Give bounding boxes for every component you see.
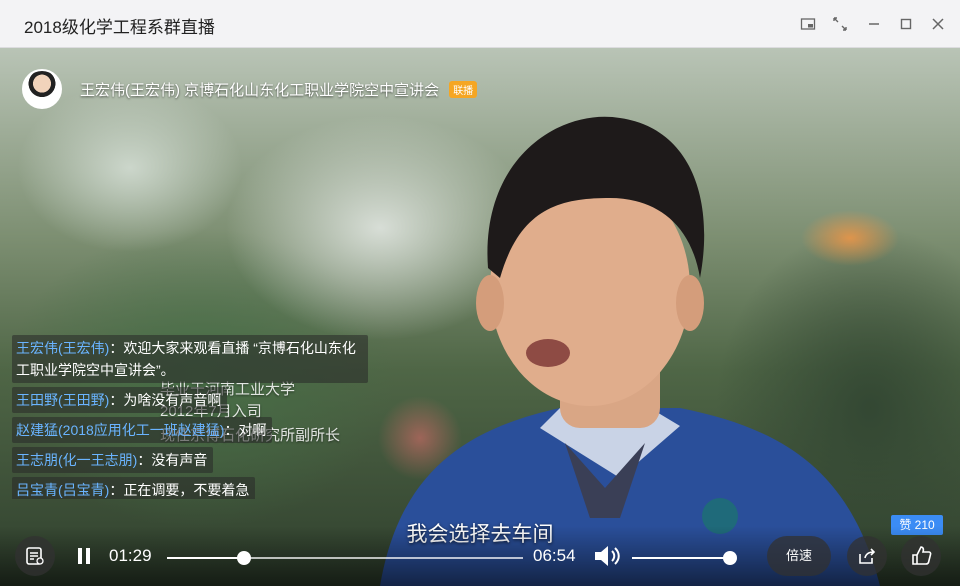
close-icon[interactable]: [926, 12, 950, 36]
pause-button[interactable]: [64, 536, 104, 576]
comment-item: 王宏伟(王宏伟)：欢迎大家来观看直播 “京博石化山东化工职业学院空中宣讲会”。: [12, 335, 368, 383]
volume-handle[interactable]: [723, 551, 737, 565]
host-avatar[interactable]: [22, 69, 62, 109]
comment-text: ：对啊: [224, 422, 267, 438]
seek-progress: [167, 557, 244, 559]
comment-item: 王田野(王田野)：为啥没有声音啊: [12, 387, 228, 413]
seek-bar[interactable]: [167, 551, 523, 565]
share-icon: [859, 548, 876, 564]
comment-text: ：没有声音: [137, 452, 208, 468]
host-name: 王宏伟(王宏伟): [80, 81, 180, 99]
thumbs-up-icon: [912, 546, 932, 565]
minimize-icon[interactable]: [862, 12, 886, 36]
speaker-figure: [380, 116, 880, 586]
video-area[interactable]: 王宏伟(王宏伟) 京博石化山东化工职业学院空中宣讲会 联播 毕业于河南工业大学 …: [0, 48, 960, 586]
playlist-button[interactable]: [15, 536, 55, 576]
comment-text: ：为啥没有声音啊: [109, 392, 222, 408]
player-controls: 01:29 06:54 倍速: [0, 526, 960, 586]
share-button[interactable]: [847, 536, 887, 576]
like-button[interactable]: [901, 536, 941, 576]
comment-list[interactable]: 王宏伟(王宏伟)：欢迎大家来观看直播 “京博石化山东化工职业学院空中宣讲会”。 …: [12, 335, 372, 499]
comment-user[interactable]: 王田野(王田野): [16, 392, 109, 408]
title-bar: 2018级化学工程系群直播: [0, 0, 960, 48]
host-tag: 联播: [449, 80, 478, 98]
comment-item: 吕宝青(吕宝青)：正在调要，不要着急: [12, 477, 256, 499]
duration: 06:54: [533, 546, 576, 565]
playback-speed-button[interactable]: 倍速: [767, 536, 831, 576]
window-title: 2018级化学工程系群直播: [24, 18, 215, 37]
comment-user[interactable]: 吕宝青(吕宝青): [16, 482, 109, 498]
comment-text: ：正在调要，不要着急: [109, 482, 250, 498]
volume-button[interactable]: [587, 536, 627, 576]
picture-in-picture-icon[interactable]: [796, 12, 820, 36]
seek-handle[interactable]: [236, 551, 251, 565]
volume-slider[interactable]: [632, 551, 737, 565]
current-time: 01:29: [109, 546, 152, 565]
fullscreen-icon[interactable]: [828, 12, 852, 36]
host-info: 王宏伟(王宏伟) 京博石化山东化工职业学院空中宣讲会 联播: [22, 69, 478, 109]
comment-user[interactable]: 王志朋(化一王志朋): [16, 452, 137, 468]
comment-item: 王志朋(化一王志朋)：没有声音: [12, 447, 214, 473]
playlist-icon: [26, 547, 44, 565]
comment-item: 赵建猛(2018应用化工一班赵建猛)：对啊: [12, 417, 273, 443]
speaker-icon: [595, 546, 620, 566]
comment-user[interactable]: 赵建猛(2018应用化工一班赵建猛): [16, 422, 224, 438]
pause-icon: [78, 548, 90, 564]
comment-user[interactable]: 王宏伟(王宏伟): [16, 340, 109, 356]
maximize-icon[interactable]: [894, 12, 918, 36]
lecture-title: 京博石化山东化工职业学院空中宣讲会: [184, 81, 440, 99]
